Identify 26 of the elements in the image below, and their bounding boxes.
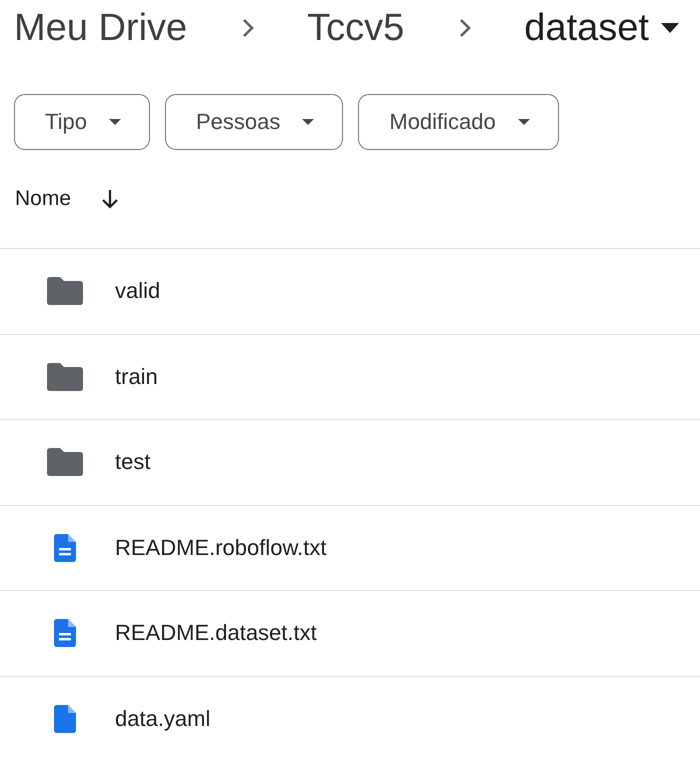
document-icon [54, 619, 76, 648]
breadcrumb-link[interactable]: Tccv5 [307, 6, 404, 50]
file-name[interactable]: README.dataset.txt [115, 620, 317, 646]
chevron-icon [458, 17, 472, 39]
file-name[interactable]: README.roboflow.txt [115, 534, 327, 561]
sort-arrow-icon[interactable] [101, 189, 120, 209]
file-icon [54, 704, 76, 733]
folder-icon [47, 362, 83, 391]
caret-icon[interactable] [518, 119, 530, 125]
folder-icon [47, 448, 83, 476]
chevron-icon [241, 17, 256, 39]
caret-icon[interactable] [108, 119, 121, 125]
file-name[interactable]: train [115, 364, 158, 390]
breadcrumb-link[interactable]: dataset [524, 6, 679, 50]
file-name[interactable]: valid [115, 278, 160, 304]
file-name[interactable]: test [115, 449, 150, 476]
filter-chip[interactable]: Tipo [14, 94, 150, 150]
folder-icon [47, 277, 83, 306]
filter-chip[interactable]: Pessoas [164, 94, 344, 150]
breadcrumb-link[interactable]: Meu Drive [14, 6, 188, 50]
caret-icon[interactable] [660, 23, 679, 33]
filter-chip[interactable]: Modificado [358, 94, 559, 150]
column-header[interactable]: Nome [15, 187, 72, 211]
document-icon [54, 534, 76, 562]
file-name[interactable]: data.yaml [115, 706, 210, 732]
caret-icon[interactable] [302, 119, 314, 125]
